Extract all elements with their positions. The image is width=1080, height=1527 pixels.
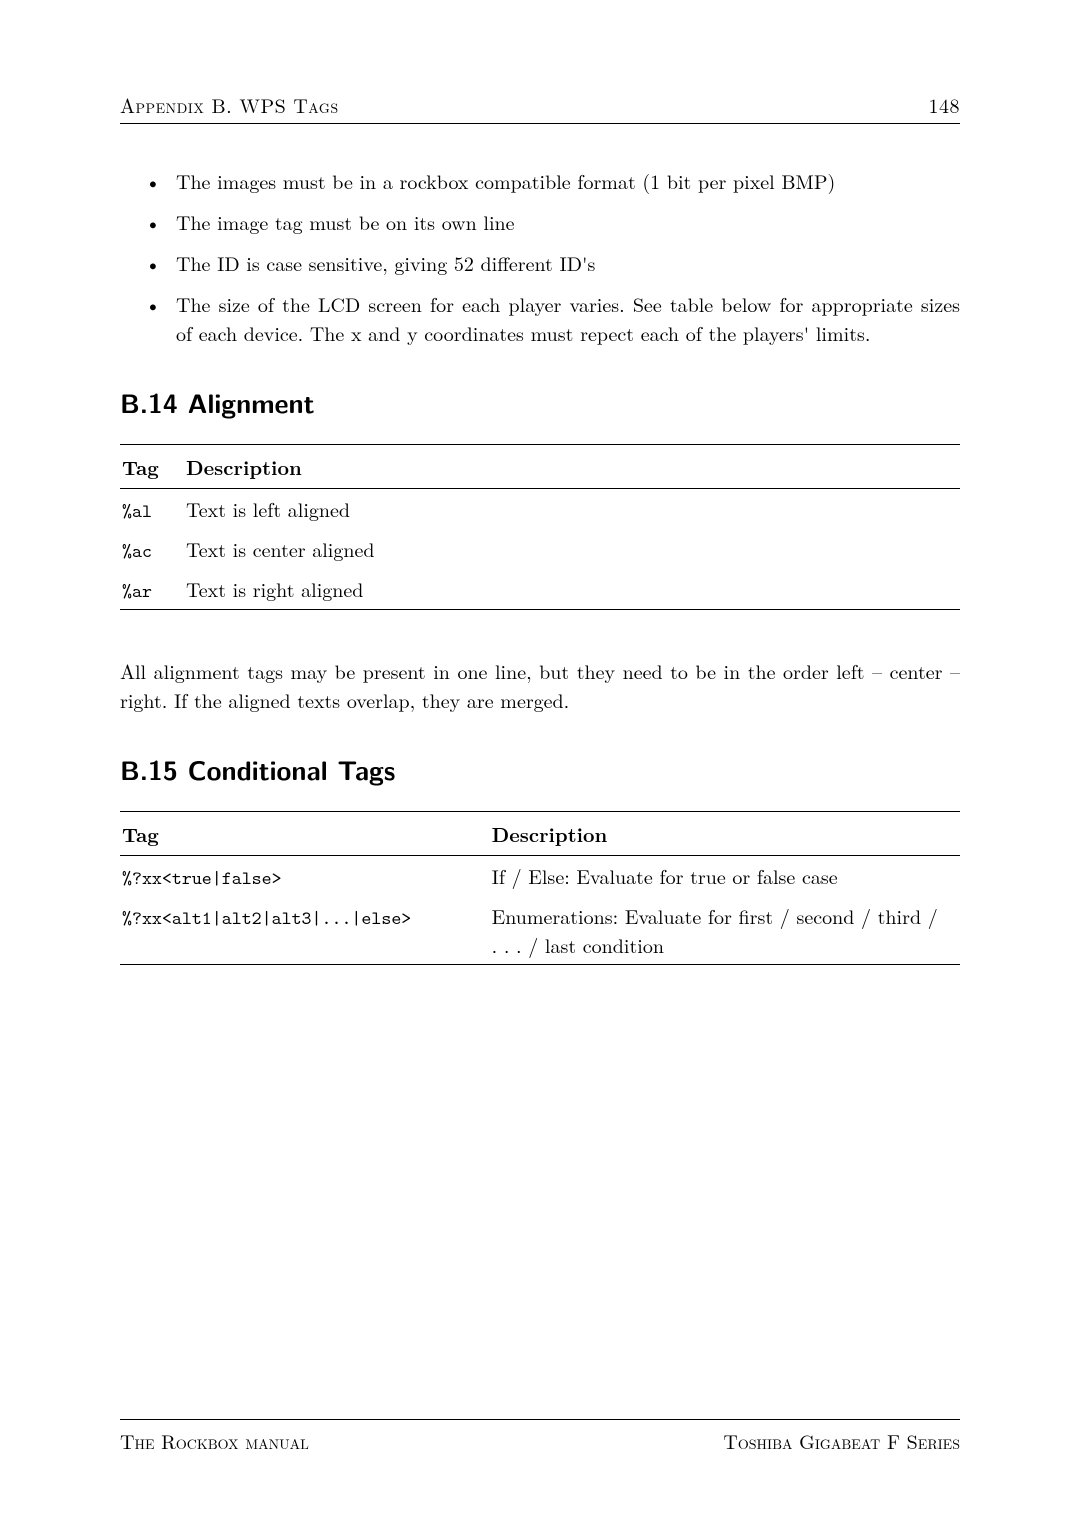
footer-left: The Rockbox manual	[120, 1426, 309, 1455]
list-item: The ID is case sensitive, giving 52 diff…	[174, 248, 960, 277]
table-row: %?xx<true|false> If / Else: Evaluate for…	[120, 856, 960, 897]
tag-desc: Text is center aligned	[184, 529, 960, 569]
page: Appendix B. WPS Tags 148 The images must…	[0, 0, 1080, 1527]
footer: The Rockbox manual Toshiba Gigabeat F Se…	[120, 1419, 960, 1455]
running-head: Appendix B. WPS Tags 148	[120, 90, 960, 124]
tag-desc: Text is left aligned	[184, 489, 960, 530]
table-row: %?xx<alt1|alt2|alt3|...|else> Enumeratio…	[120, 896, 960, 965]
table-row: %al Text is left aligned	[120, 489, 960, 530]
section-alignment-title: B.14 Alignment	[120, 383, 960, 422]
tag-desc: If / Else: Evaluate for true or false ca…	[490, 856, 960, 897]
section-conditional-title: B.15 Conditional Tags	[120, 750, 960, 789]
alignment-table: Tag Description %al Text is left aligned…	[120, 444, 960, 610]
alignment-paragraph: All alignment tags may be present in one…	[120, 656, 960, 714]
header-page-number: 148	[929, 90, 961, 119]
header-left: Appendix B. WPS Tags	[120, 90, 339, 119]
tag-code: %ac	[122, 539, 152, 564]
table-header-tag: Tag	[120, 812, 490, 856]
conditional-table: Tag Description %?xx<true|false> If / El…	[120, 811, 960, 965]
table-row: %ac Text is center aligned	[120, 529, 960, 569]
list-item: The images must be in a rockbox compatib…	[174, 166, 960, 195]
table-header-desc: Description	[490, 812, 960, 856]
tag-code: %ar	[122, 579, 152, 604]
list-item: The image tag must be on its own line	[174, 207, 960, 236]
tag-code: %al	[122, 499, 152, 524]
table-header-tag: Tag	[120, 445, 184, 489]
tag-code: %?xx<true|false>	[122, 866, 282, 891]
tag-desc: Enumerations: Evaluate for first / secon…	[490, 896, 960, 965]
notes-list: The images must be in a rockbox compatib…	[120, 166, 960, 347]
table-header-desc: Description	[184, 445, 960, 489]
footer-right: Toshiba Gigabeat F Series	[723, 1426, 960, 1455]
tag-desc: Text is right aligned	[184, 569, 960, 610]
tag-code: %?xx<alt1|alt2|alt3|...|else>	[122, 906, 411, 931]
list-item: The size of the LCD screen for each play…	[174, 289, 960, 347]
table-row: %ar Text is right aligned	[120, 569, 960, 610]
